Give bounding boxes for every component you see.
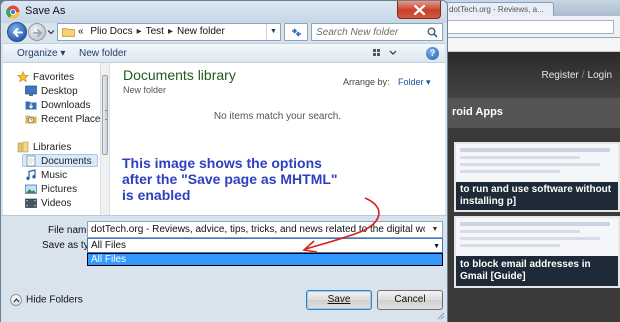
search-input[interactable] [316, 25, 424, 39]
forward-arrow-icon [33, 29, 42, 37]
window-title: Save As [25, 5, 66, 17]
site-header: Register / Login [440, 52, 620, 98]
browser-url-field[interactable] [446, 20, 614, 34]
address-bar[interactable]: « Plio Docs ▸ Test ▸ New folder ▼ [57, 23, 281, 41]
organize-menu-button[interactable]: Organize ▾ [17, 48, 65, 59]
back-button[interactable] [7, 22, 27, 42]
videos-icon [25, 198, 37, 208]
arrange-by-dropdown[interactable]: Folder ▾ [398, 77, 431, 87]
chevron-down-icon[interactable]: ▼ [433, 239, 440, 254]
help-icon[interactable]: ? [426, 47, 439, 60]
resize-grip-icon[interactable] [435, 310, 445, 320]
navigation-bar: « Plio Docs ▸ Test ▸ New folder ▼ [1, 22, 447, 42]
article-card[interactable]: to block email addresses in Gmail [Guide… [454, 216, 620, 288]
sidebar-item-label: Documents [41, 156, 92, 167]
save-as-dialog: Save As « Plio Docs ▸ Test ▸ New folder … [0, 0, 448, 322]
sidebar-item-label: Videos [41, 198, 72, 209]
search-box[interactable] [311, 23, 443, 41]
save-as-type-option[interactable]: All Files [91, 254, 126, 265]
background-browser: dotTech.org - Reviews, a... Register / Log… [440, 0, 620, 322]
sidebar-favorites-label: Favorites [33, 72, 75, 83]
article-title[interactable]: to run and use software without installi… [460, 184, 614, 208]
login-separator: / [581, 70, 585, 81]
browser-tab[interactable]: dotTech.org - Reviews, a... [444, 2, 554, 16]
save-as-type-value: All Files [91, 240, 127, 251]
recent-places-icon [25, 115, 37, 124]
address-dropdown-icon[interactable]: ▼ [266, 24, 280, 40]
close-icon [414, 5, 425, 15]
article-title[interactable]: to block email addresses in Gmail [Guide… [460, 259, 614, 283]
empty-message: No items match your search. [213, 111, 342, 122]
browser-address-bar [440, 16, 620, 38]
change-view-icon[interactable] [371, 47, 399, 59]
sidebar-item-label: Downloads [41, 100, 91, 111]
login-link[interactable]: Login [588, 70, 612, 81]
cancel-label: Cancel [394, 294, 426, 305]
recent-pages-chevron-icon[interactable] [47, 28, 55, 36]
article-card[interactable]: to run and use software without installi… [454, 142, 620, 212]
breadcrumb-item[interactable]: New folder [177, 26, 225, 37]
register-link[interactable]: Register [542, 70, 579, 81]
new-folder-button[interactable]: New folder [79, 48, 127, 59]
article-thumbnail [456, 144, 618, 182]
library-title: Documents library [123, 67, 236, 83]
navigation-pane: Favorites Desktop Downloads Recent Place… [3, 63, 109, 215]
file-content-pane[interactable]: Documents library New folder Arrange by:… [110, 63, 445, 215]
sidebar-libraries[interactable]: Libraries [17, 141, 113, 154]
login-links: Register / Login [542, 70, 613, 81]
title-bar[interactable]: Save As [1, 1, 447, 23]
refresh-button[interactable] [284, 23, 308, 41]
forward-button[interactable] [28, 23, 46, 41]
downloads-folder-icon [25, 101, 37, 110]
annotation-arrow-icon [302, 197, 380, 253]
back-arrow-icon [13, 28, 23, 37]
article-thumbnail [456, 218, 618, 256]
hide-folders-button[interactable]: Hide Folders [10, 294, 83, 306]
star-icon [17, 71, 29, 83]
breadcrumb-separator-icon[interactable]: ▸ [137, 26, 142, 37]
breadcrumb-item[interactable]: Test [146, 26, 164, 37]
library-subtitle: New folder [123, 85, 167, 95]
music-icon [26, 169, 36, 180]
save-button[interactable]: Save [306, 290, 372, 310]
breadcrumb-separator-icon[interactable]: ▸ [168, 26, 173, 37]
documents-icon [26, 155, 36, 167]
breadcrumb: « Plio Docs ▸ Test ▸ New folder [78, 26, 225, 37]
refresh-icon [292, 28, 301, 37]
close-button[interactable] [397, 1, 441, 19]
breadcrumb-item[interactable]: Plio Docs [90, 26, 132, 37]
collapse-chevron-icon [10, 294, 22, 306]
cancel-button[interactable]: Cancel [377, 290, 443, 310]
sidebar-libraries-label: Libraries [33, 142, 72, 153]
sidebar-item-label: Pictures [41, 184, 78, 195]
arrange-by: Arrange by: Folder ▾ [343, 77, 431, 88]
folder-icon [62, 28, 75, 37]
sidebar-item-label: Desktop [41, 86, 78, 97]
browser-tab-strip: dotTech.org - Reviews, a... [440, 0, 620, 16]
libraries-icon [17, 141, 29, 153]
search-icon[interactable] [427, 27, 438, 38]
chrome-icon [6, 5, 20, 19]
desktop-icon [25, 85, 37, 96]
site-section-bar: roid Apps [440, 98, 620, 128]
file-name-dropdown-icon[interactable]: ▼ [428, 222, 442, 237]
save-label: Save [327, 294, 351, 305]
pictures-icon [25, 184, 37, 194]
scrollbar-thumb[interactable] [102, 75, 108, 155]
browser-bookmarks-bar [440, 38, 620, 52]
sidebar-item-label: Music [41, 170, 68, 181]
breadcrumb-overflow[interactable]: « [78, 26, 84, 37]
sidebar-favorites[interactable]: Favorites [17, 71, 113, 84]
sidebar-item-documents[interactable]: Documents [22, 154, 98, 167]
arrange-by-label: Arrange by: [343, 77, 390, 87]
hide-folders-label: Hide Folders [26, 294, 83, 306]
site-section-title[interactable]: roid Apps [452, 106, 503, 118]
navigation-scrollbar[interactable] [100, 63, 109, 215]
command-toolbar: Organize ▾ New folder ? [3, 43, 445, 63]
sidebar-item-label: Recent Places [41, 114, 106, 125]
